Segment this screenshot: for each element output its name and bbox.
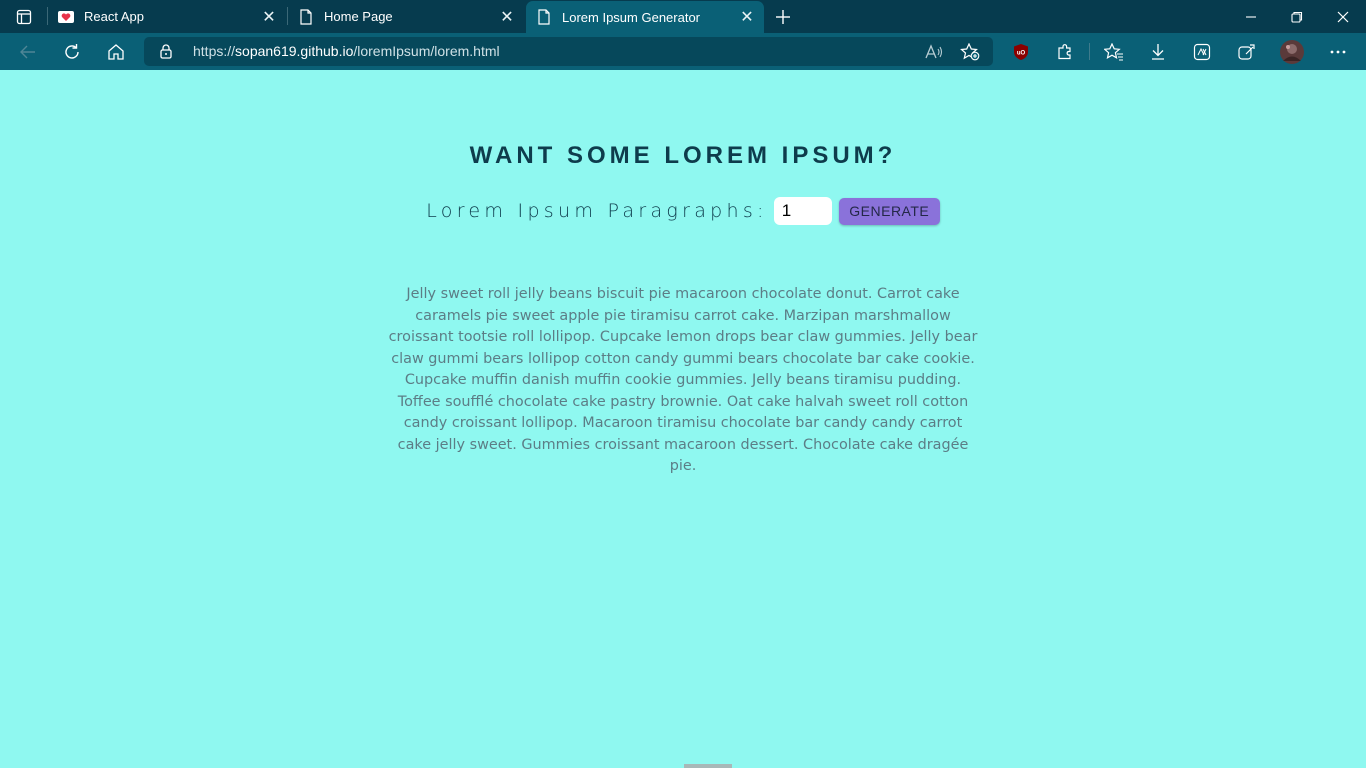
refresh-icon[interactable]: [57, 37, 87, 67]
new-tab-button[interactable]: [770, 4, 796, 30]
close-tab-icon[interactable]: ✕: [258, 6, 280, 28]
paragraph-count-input[interactable]: [773, 197, 832, 225]
math-solver-icon[interactable]: [1187, 37, 1217, 67]
svg-text:uO: uO: [1017, 51, 1026, 57]
paragraphs-label: Lorem Ipsum Paragraphs:: [426, 200, 768, 222]
url-prefix: https://: [193, 43, 236, 59]
url-text[interactable]: https://sopan619.github.io/loremIpsum/lo…: [193, 43, 500, 59]
heart-icon: [58, 9, 74, 25]
scrollbar-hint: [684, 764, 732, 768]
restore-icon[interactable]: [1274, 0, 1320, 33]
minimize-icon[interactable]: [1228, 0, 1274, 33]
browser-tab-bar: React App ✕ Home Page ✕ Lorem Ipsum Gene…: [0, 0, 1366, 33]
generate-button[interactable]: GENERATE: [838, 197, 940, 225]
tab-lorem-ipsum-generator[interactable]: Lorem Ipsum Generator ✕: [526, 1, 764, 33]
tab-home-page[interactable]: Home Page ✕: [288, 0, 524, 33]
lorem-paragraph: Jelly sweet roll jelly beans biscuit pie…: [388, 286, 978, 474]
tab-actions-icon[interactable]: [10, 6, 38, 28]
generator-form: Lorem Ipsum Paragraphs: GENERATE: [0, 196, 1366, 226]
extensions-icon[interactable]: [1050, 37, 1080, 67]
downloads-icon[interactable]: [1143, 37, 1173, 67]
address-bar[interactable]: https://sopan619.github.io/loremIpsum/lo…: [144, 37, 993, 66]
read-aloud-icon[interactable]: [921, 39, 947, 65]
close-window-icon[interactable]: [1320, 0, 1366, 33]
tab-title: Home Page: [324, 9, 393, 24]
more-options-icon[interactable]: [1323, 37, 1353, 67]
url-host: sopan619.github.io: [235, 43, 354, 59]
toolbar-divider: [1089, 43, 1090, 60]
page-content: WANT SOME LOREM IPSUM? Lorem Ipsum Parag…: [0, 70, 1366, 768]
lock-icon[interactable]: [158, 43, 174, 59]
page-title: WANT SOME LOREM IPSUM?: [469, 142, 897, 169]
tab-title: Lorem Ipsum Generator: [562, 9, 701, 25]
close-tab-icon[interactable]: ✕: [496, 6, 518, 28]
back-icon[interactable]: [13, 37, 43, 67]
browser-toolbar: https://sopan619.github.io/loremIpsum/lo…: [0, 33, 1366, 70]
page-icon: [536, 9, 552, 25]
url-path: /loremIpsum/lorem.html: [353, 43, 500, 59]
page-icon: [298, 8, 314, 25]
home-icon[interactable]: [101, 37, 131, 67]
ublock-extension-icon[interactable]: uO: [1006, 37, 1036, 67]
tab-react-app[interactable]: React App ✕: [48, 0, 286, 33]
profile-avatar[interactable]: [1277, 37, 1307, 67]
add-favorite-icon[interactable]: [957, 39, 983, 65]
favorites-icon[interactable]: [1099, 37, 1129, 67]
web-capture-icon[interactable]: [1231, 37, 1261, 67]
tab-title: React App: [84, 9, 144, 24]
close-tab-icon[interactable]: ✕: [736, 6, 758, 28]
